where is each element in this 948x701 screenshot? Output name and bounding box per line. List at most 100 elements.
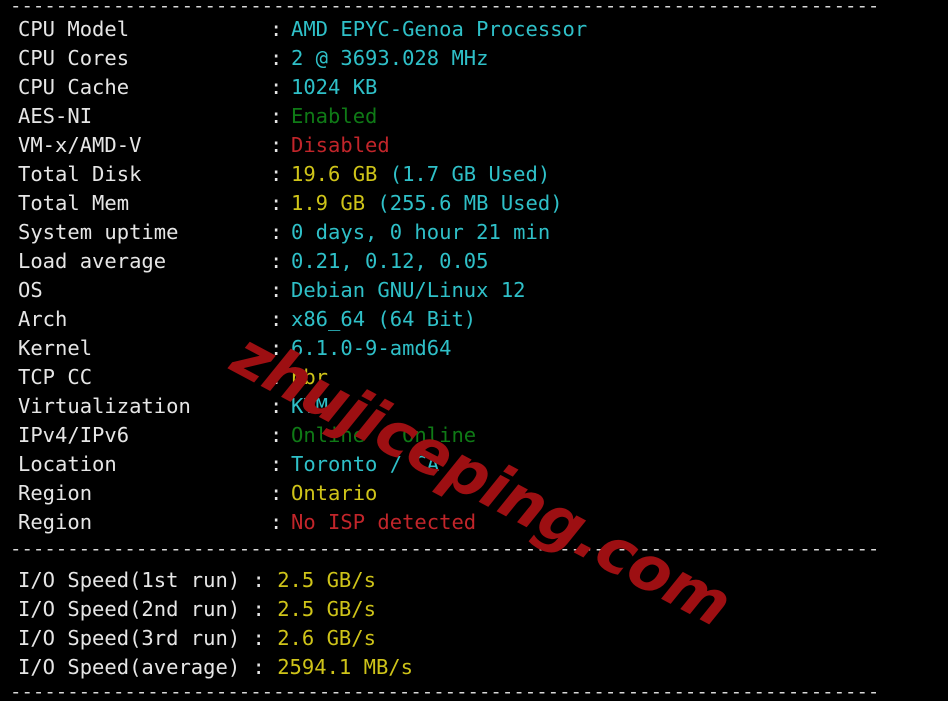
system-info-colon: : [270,220,283,244]
system-info-row: System uptime:0 days, 0 hour 21 min [0,218,948,247]
system-info-value-part: 0 days, 0 hour 21 min [291,220,551,244]
system-info-row: IPv4/IPv6: Online / Online [0,421,948,450]
io-speed-row: I/O Speed(3rd run) : 2.6 GB/s [0,624,948,653]
system-info-value-part: (1.7 GB Used) [389,162,551,186]
system-info-label: Arch [18,307,68,331]
system-info-label: CPU Cores [18,46,130,70]
io-speed-row: I/O Speed(1st run) : 2.5 GB/s [0,566,948,595]
io-speed-colon: : [240,626,278,650]
io-speed-colon: : [240,597,278,621]
io-speed-block: I/O Speed(1st run) : 2.5 GB/s I/O Speed(2… [0,566,948,682]
io-speed-value-part: 2.6 GB/s [277,626,376,650]
system-info-value-part: x86_64 (64 Bit) [291,307,477,331]
system-info-value: 1.9 GB (255.6 MB Used) [291,189,563,218]
system-info-value-part: AMD EPYC-Genoa Processor [291,17,588,41]
system-info-colon: : [270,191,283,215]
system-info-colon: : [270,452,283,476]
system-info-row: CPU Model: AMD EPYC-Genoa Processor [0,15,948,44]
system-info-value-part: 1.9 GB [291,191,378,215]
system-info-value: Enabled [291,102,377,131]
system-info-label: Total Mem [18,191,130,215]
system-info-value: Disabled [291,131,390,160]
io-speed-row: I/O Speed(average) : 2594.1 MB/s [0,653,948,682]
separator-bottom: ----------------------------------------… [10,684,880,700]
system-info-colon: : [270,307,283,331]
system-info-value: No ISP detected [291,508,476,537]
io-speed-colon: : [240,568,278,592]
system-info-row: Virtualization: KVM [0,392,948,421]
io-speed-value: 2.5 GB/s [277,568,376,592]
system-info-value-part: 1024 KB [291,75,378,99]
system-info-value-part: 6.1.0-9-amd64 [291,336,452,360]
system-info-colon: : [270,481,283,505]
system-info-row: Location: Toronto / CA [0,450,948,479]
system-info-block: CPU Model: AMD EPYC-Genoa Processor CPU Co… [0,15,948,537]
system-info-value-part: bbr [291,365,329,389]
system-info-value: 0 days, 0 hour 21 min [291,218,550,247]
io-speed-label: I/O Speed(1st run) [18,568,241,592]
system-info-label: Location [18,452,117,476]
system-info-colon: : [270,17,283,41]
system-info-label: System uptime [18,220,179,244]
system-info-row: Load average:0.21, 0.12, 0.05 [0,247,948,276]
system-info-value-part: / [365,423,403,447]
system-info-label: IPv4/IPv6 [18,423,130,447]
io-speed-label: I/O Speed(average) [18,655,241,679]
system-info-value: 0.21, 0.12, 0.05 [291,247,488,276]
system-info-value: 1024 KB [291,73,377,102]
system-info-colon: : [270,365,283,389]
system-info-value: 19.6 GB (1.7 GB Used) [291,160,550,189]
io-speed-label: I/O Speed(2nd run) [18,597,241,621]
system-info-value: Ontario [291,479,377,508]
system-info-row: TCP CC: bbr [0,363,948,392]
separator-top: ----------------------------------------… [10,0,880,14]
io-speed-value: 2.5 GB/s [277,597,376,621]
system-info-row: Total Mem:1.9 GB (255.6 MB Used) [0,189,948,218]
system-info-label: Total Disk [18,162,142,186]
system-info-colon: : [270,394,283,418]
system-info-colon: : [270,46,283,70]
system-info-value-part: KVM [291,394,329,418]
system-info-colon: : [270,336,283,360]
system-info-label: Load average [18,249,167,273]
system-info-value: 6.1.0-9-amd64 [291,334,451,363]
io-speed-colon: : [240,655,278,679]
system-info-label: CPU Cache [18,75,130,99]
system-info-value-part: (255.6 MB Used) [377,191,563,215]
system-info-value-part: Online [402,423,477,447]
system-info-row: VM-x/AMD-V: Disabled [0,131,948,160]
system-info-label: Virtualization [18,394,191,418]
system-info-value-part: Ontario [291,481,378,505]
system-info-label: TCP CC [18,365,93,389]
system-info-colon: : [270,278,283,302]
io-speed-value-part: 2.5 GB/s [277,568,376,592]
system-info-colon: : [270,75,283,99]
system-info-row: CPU Cache:1024 KB [0,73,948,102]
system-info-value: Toronto / CA [291,450,439,479]
io-speed-value-part: 2594.1 MB/s [277,655,413,679]
system-info-value: Online / Online [291,421,476,450]
system-info-colon: : [270,249,283,273]
system-info-value-part: No ISP detected [291,510,477,534]
terminal-window: ----------------------------------------… [0,0,948,701]
system-info-label: CPU Model [18,17,130,41]
system-info-value-part: Disabled [291,133,390,157]
system-info-row: Region: Ontario [0,479,948,508]
system-info-row: Region: No ISP detected [0,508,948,537]
system-info-colon: : [270,133,283,157]
system-info-label: OS [18,278,43,302]
system-info-colon: : [270,104,283,128]
system-info-value-part: 2 @ 3693.028 MHz [291,46,489,70]
system-info-value-part: Online [291,423,366,447]
system-info-value: KVM [291,392,328,421]
system-info-value: AMD EPYC-Genoa Processor [291,15,587,44]
system-info-colon: : [270,510,283,534]
io-speed-value-part: 2.5 GB/s [277,597,376,621]
system-info-colon: : [270,162,283,186]
io-speed-row: I/O Speed(2nd run) : 2.5 GB/s [0,595,948,624]
system-info-label: AES-NI [18,104,93,128]
system-info-label: Kernel [18,336,93,360]
system-info-row: Kernel:6.1.0-9-amd64 [0,334,948,363]
system-info-row: OS: Debian GNU/Linux 12 [0,276,948,305]
system-info-value: bbr [291,363,328,392]
